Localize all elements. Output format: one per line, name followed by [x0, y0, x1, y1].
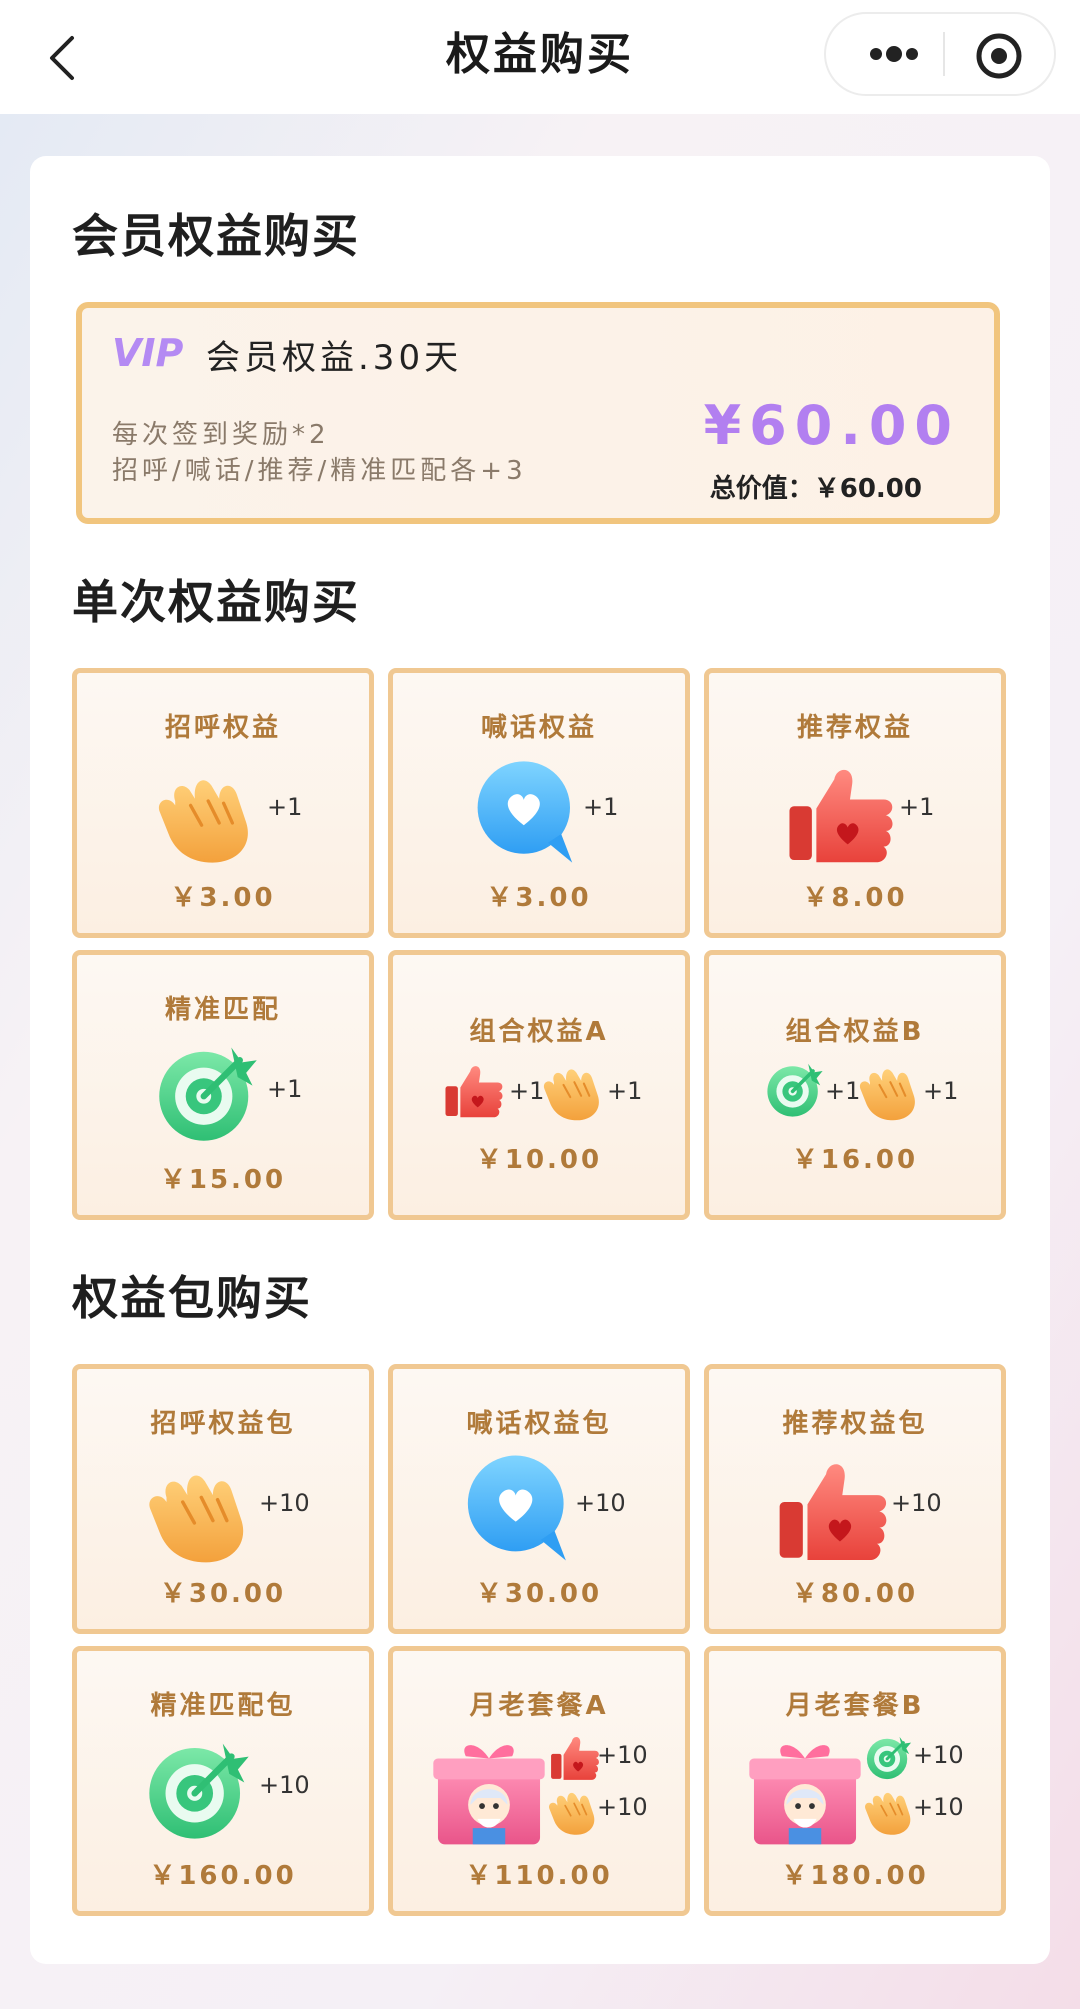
tile-combo-a[interactable]: 组合权益A +1 +1 ￥10.00 — [388, 950, 690, 1220]
vip-price: ¥60.00 — [703, 394, 960, 457]
count-label: +10 — [891, 1489, 942, 1517]
vip-plan-card[interactable]: VIP 会员权益.30天 每次签到奖励*2 招呼/喊话/推荐/精准匹配各+3 ¥… — [76, 302, 1000, 524]
count-label: +10 — [913, 1793, 964, 1821]
tile-recommend-pack[interactable]: 推荐权益包 +10 ￥80.00 — [704, 1364, 1006, 1634]
tile-title: 月老套餐B — [785, 1691, 925, 1721]
clap-icon — [539, 1055, 607, 1123]
thumbs-up-icon — [443, 1059, 505, 1121]
thumbs-up-icon — [549, 1731, 601, 1783]
gift-box-icon — [431, 1733, 547, 1849]
clap-icon — [545, 1781, 601, 1837]
tile-match[interactable]: 精准匹配 +1 ￥15.00 — [72, 950, 374, 1220]
section-title-member: 会员权益购买 — [72, 209, 360, 263]
count-label: +1 — [267, 793, 303, 821]
clap-icon — [141, 1451, 257, 1567]
thumbs-up-icon — [785, 757, 897, 869]
count-label: +1 — [923, 1077, 959, 1105]
more-icon[interactable] — [854, 32, 934, 76]
tile-price: ￥80.00 — [791, 1579, 919, 1609]
target-icon — [155, 1039, 261, 1145]
target-icon — [765, 1059, 825, 1119]
tile-title: 精准匹配包 — [150, 1691, 296, 1721]
vip-logo: VIP — [112, 331, 184, 374]
tile-title: 月老套餐A — [469, 1691, 609, 1721]
clap-icon — [855, 1055, 923, 1123]
capsule-divider — [943, 32, 945, 76]
tile-title: 组合权益B — [785, 1017, 925, 1047]
clap-icon — [151, 757, 261, 867]
tile-shout-pack[interactable]: 喊话权益包 +10 ￥30.00 — [388, 1364, 690, 1634]
tile-title: 推荐权益包 — [782, 1409, 928, 1439]
count-label: +1 — [607, 1077, 643, 1105]
tile-title: 招呼权益 — [164, 713, 281, 743]
tile-combo-b[interactable]: 组合权益B +1 +1 ￥16.00 — [704, 950, 1006, 1220]
svg-text:VIP: VIP — [112, 331, 184, 374]
tile-title: 推荐权益 — [796, 713, 913, 743]
tile-price: ￥3.00 — [486, 883, 592, 913]
tile-title: 喊话权益包 — [466, 1409, 612, 1439]
thumbs-up-icon — [775, 1451, 891, 1567]
tile-title: 招呼权益包 — [150, 1409, 296, 1439]
tile-price: ￥160.00 — [149, 1861, 297, 1891]
count-label: +10 — [597, 1793, 648, 1821]
gift-box-icon — [747, 1733, 863, 1849]
vip-desc-1: 每次签到奖励*2 — [112, 420, 330, 450]
section-title-single: 单次权益购买 — [72, 575, 360, 629]
count-label: +1 — [583, 793, 619, 821]
count-label: +10 — [259, 1489, 310, 1517]
count-label: +1 — [899, 793, 935, 821]
target-icon — [145, 1735, 253, 1843]
tile-shout[interactable]: 喊话权益 +1 ￥3.00 — [388, 668, 690, 938]
close-miniprogram-icon[interactable] — [971, 28, 1027, 84]
section-title-pack: 权益包购买 — [72, 1271, 312, 1325]
tile-price: ￥16.00 — [791, 1145, 919, 1175]
tile-greet[interactable]: 招呼权益 +1 ￥3.00 — [72, 668, 374, 938]
chat-bubble-icon — [471, 757, 581, 867]
count-label: +10 — [259, 1771, 310, 1799]
vip-desc-2: 招呼/喊话/推荐/精准匹配各+3 — [112, 456, 527, 486]
tile-price: ￥15.00 — [159, 1165, 287, 1195]
tile-price: ￥30.00 — [159, 1579, 287, 1609]
tile-price: ￥110.00 — [465, 1861, 613, 1891]
tile-price: ￥3.00 — [170, 883, 276, 913]
count-label: +10 — [575, 1489, 626, 1517]
tile-price: ￥8.00 — [802, 883, 908, 913]
tile-match-pack[interactable]: 精准匹配包 +10 ￥160.00 — [72, 1646, 374, 1916]
count-label: +1 — [267, 1075, 303, 1103]
tile-matchmaker-b[interactable]: 月老套餐B +10 +10 ￥180.00 — [704, 1646, 1006, 1916]
main-card: 会员权益购买 VIP 会员权益.30天 每次签到奖励*2 招呼/喊话/推荐/精准… — [30, 156, 1050, 1964]
tile-price: ￥180.00 — [781, 1861, 929, 1891]
navbar: 权益购买 — [0, 0, 1080, 114]
clap-icon — [861, 1781, 917, 1837]
tile-recommend[interactable]: 推荐权益 +1 ￥8.00 — [704, 668, 1006, 938]
tile-title: 喊话权益 — [480, 713, 597, 743]
tile-price: ￥10.00 — [475, 1145, 603, 1175]
count-label: +10 — [597, 1741, 648, 1769]
chat-bubble-icon — [461, 1451, 575, 1565]
vip-total-value: 总价值：￥60.00 — [709, 474, 922, 504]
tile-matchmaker-a[interactable]: 月老套餐A +10 +10 ￥110.00 — [388, 1646, 690, 1916]
vip-name: 会员权益.30天 — [206, 338, 463, 378]
target-icon — [865, 1733, 913, 1781]
tile-title: 组合权益A — [469, 1017, 609, 1047]
tile-price: ￥30.00 — [475, 1579, 603, 1609]
tile-greet-pack[interactable]: 招呼权益包 +10 ￥30.00 — [72, 1364, 374, 1634]
tile-title: 精准匹配 — [164, 995, 281, 1025]
count-label: +10 — [913, 1741, 964, 1769]
mini-program-capsule — [824, 12, 1056, 96]
